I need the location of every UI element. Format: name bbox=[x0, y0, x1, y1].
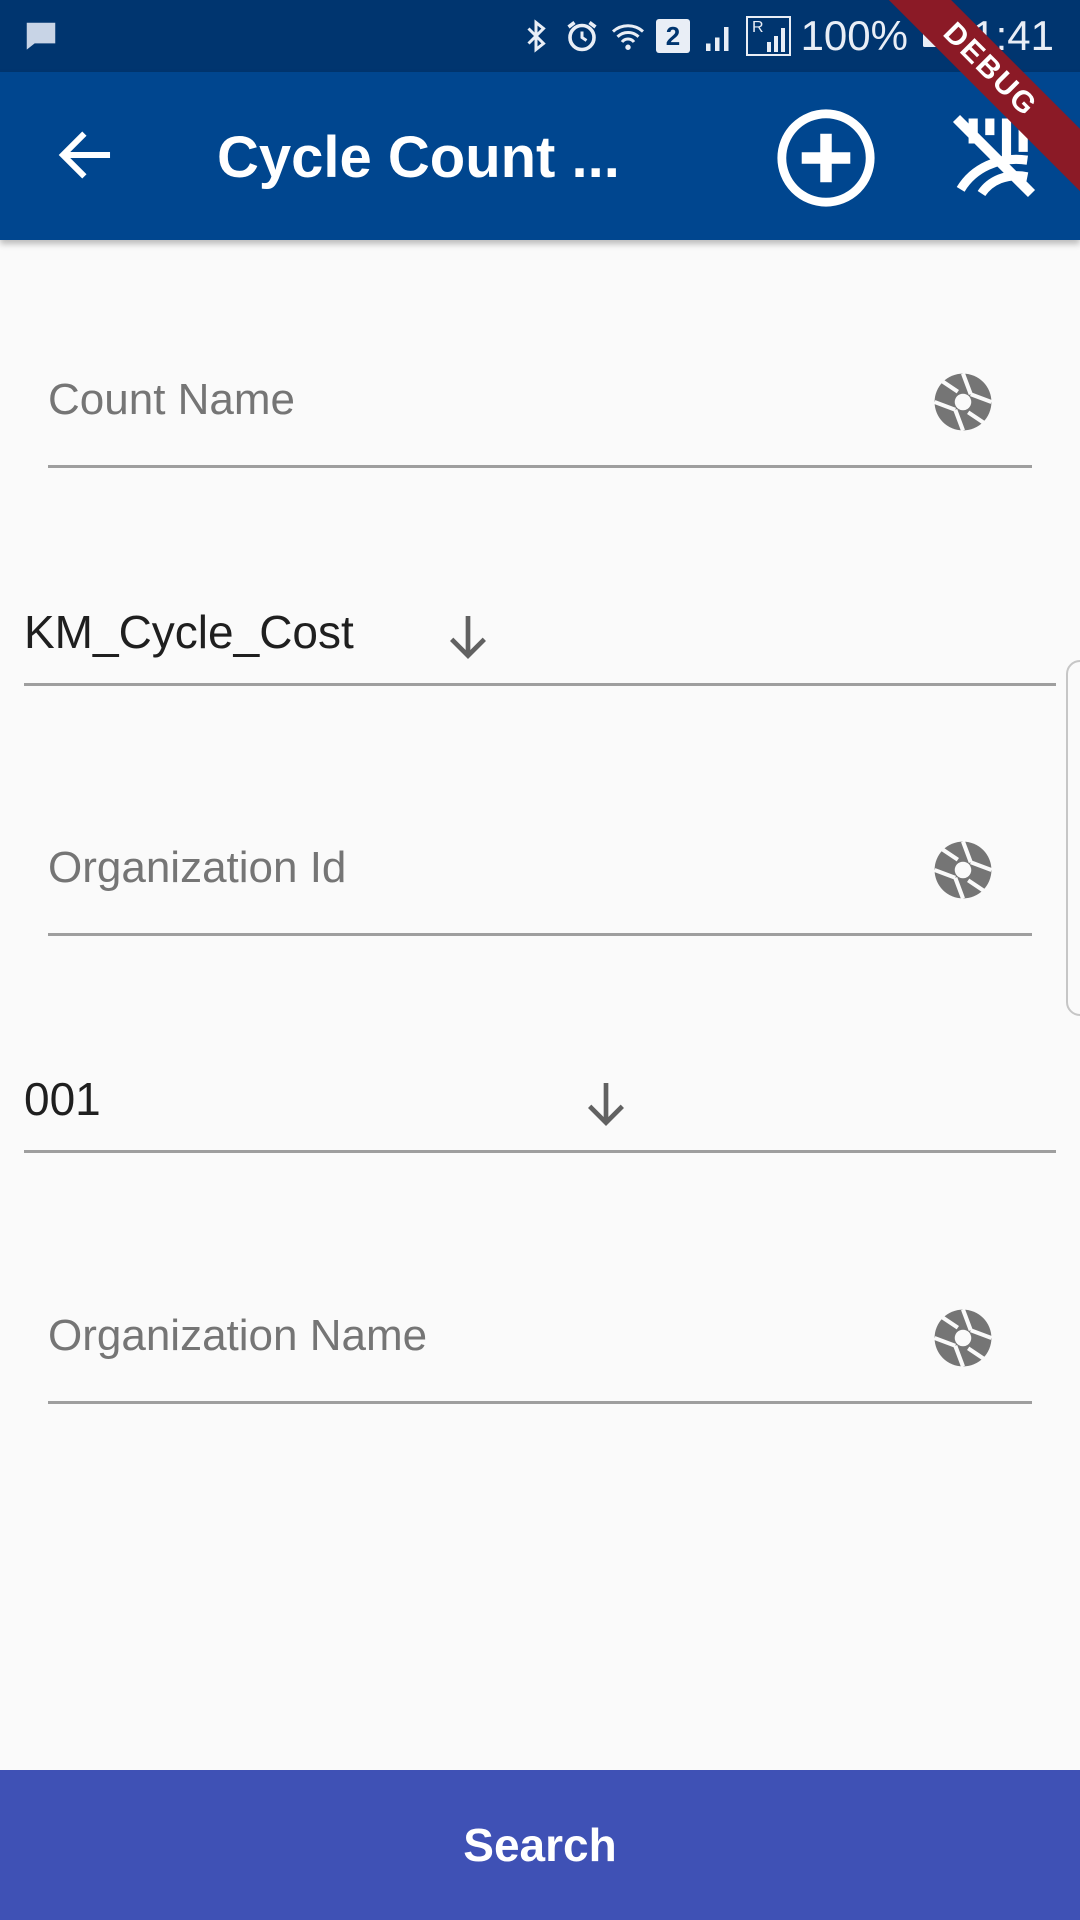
sim-badge: 2 bbox=[656, 19, 691, 53]
signal-bar-3 bbox=[780, 28, 785, 52]
arrow-down-icon[interactable] bbox=[440, 609, 496, 665]
organization-id-dropdown[interactable]: 001 bbox=[24, 1050, 1056, 1153]
arrow-down-icon[interactable] bbox=[578, 1076, 634, 1132]
roaming-signal-icon: R bbox=[746, 16, 791, 56]
camera-shutter-icon[interactable] bbox=[932, 839, 994, 901]
alarm-icon bbox=[567, 21, 597, 52]
back-arrow-icon[interactable] bbox=[52, 122, 118, 188]
organization-id-placeholder: Organization Id bbox=[48, 843, 347, 892]
organization-name-field[interactable]: Organization Name bbox=[48, 1281, 1032, 1404]
signal-bar-2 bbox=[773, 36, 778, 52]
app-bar: Cycle Count ... bbox=[0, 72, 1080, 240]
battery-percent: 100% bbox=[800, 12, 908, 59]
signal-icon bbox=[706, 27, 729, 51]
message-icon bbox=[26, 22, 56, 50]
page-title: Cycle Count ... bbox=[217, 125, 620, 190]
screen: 2 R 100% 11:41 Cycle Count ... DEBUG Cou… bbox=[0, 0, 1080, 1920]
add-circle-icon[interactable] bbox=[773, 105, 879, 211]
cycle-count-dropdown[interactable]: KM_Cycle_Cost bbox=[24, 583, 1056, 686]
camera-shutter-icon[interactable] bbox=[932, 371, 994, 433]
camera-shutter-icon[interactable] bbox=[932, 1307, 994, 1369]
signal-bar-1 bbox=[766, 42, 771, 52]
bluetooth-icon bbox=[527, 19, 546, 53]
organization-id-dropdown-value: 001 bbox=[24, 1073, 101, 1125]
count-name-placeholder: Count Name bbox=[48, 375, 296, 424]
organization-name-placeholder: Organization Name bbox=[48, 1311, 428, 1360]
cycle-count-dropdown-value: KM_Cycle_Cost bbox=[24, 606, 354, 658]
scrollbar[interactable] bbox=[1066, 660, 1080, 1016]
roaming-label: R bbox=[752, 19, 764, 36]
wifi-icon bbox=[612, 24, 645, 50]
count-name-field[interactable]: Count Name bbox=[48, 345, 1032, 468]
organization-id-field[interactable]: Organization Id bbox=[48, 813, 1032, 936]
search-button[interactable]: Search bbox=[0, 1770, 1080, 1920]
